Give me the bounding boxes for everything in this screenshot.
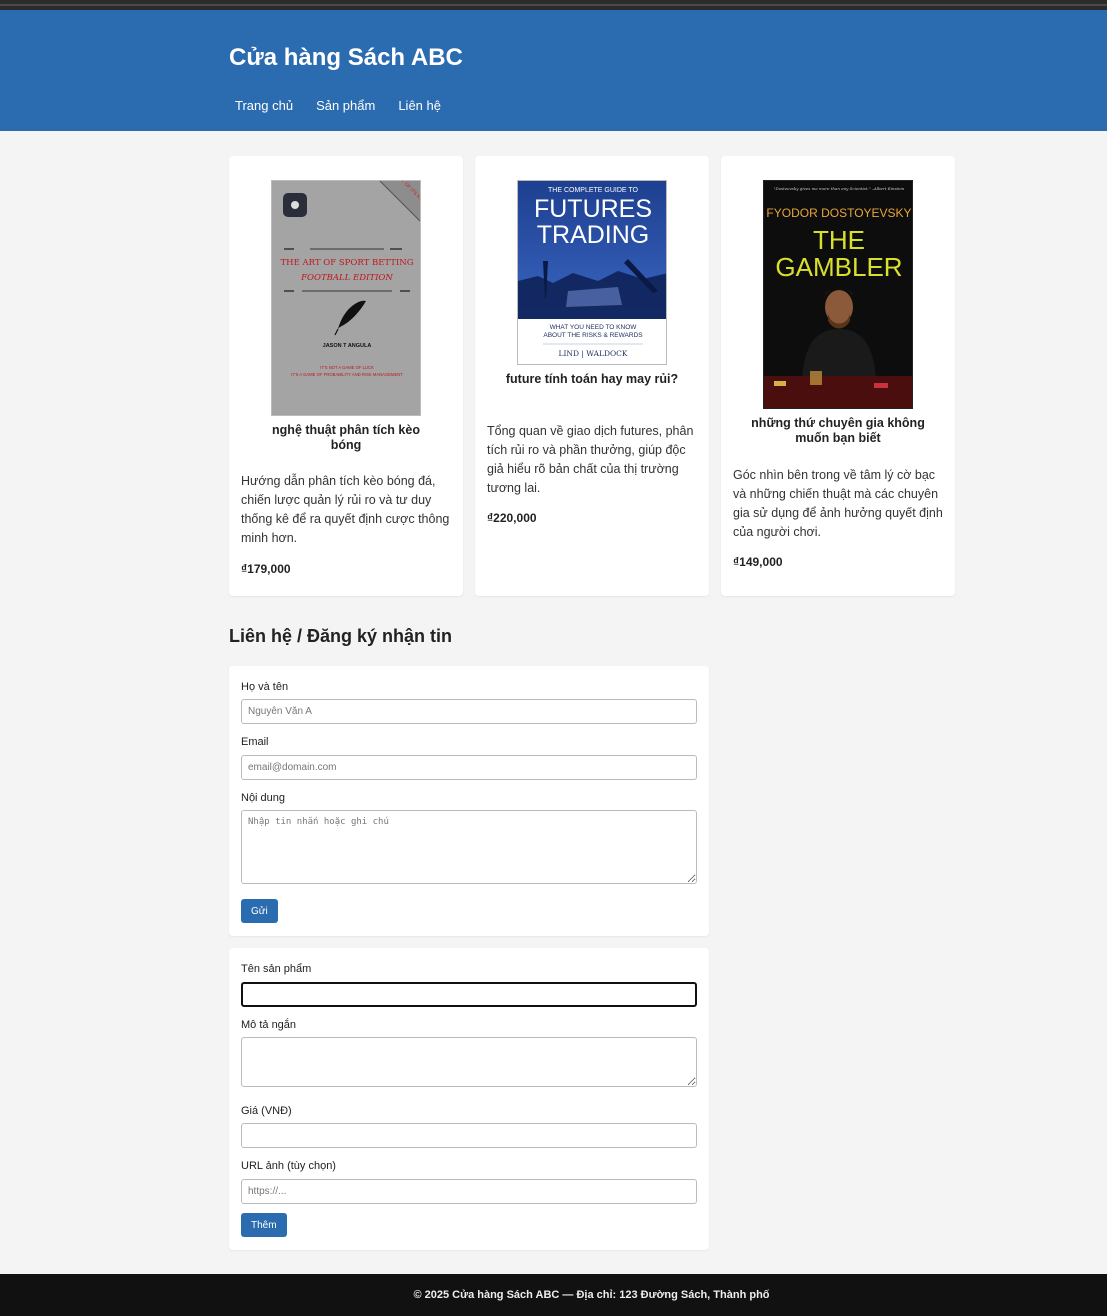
contact-form: Họ và tên Email Nội dung Gửi bbox=[229, 666, 709, 936]
cover-tagline-1: IT'S NOT A GAME OF LUCK bbox=[320, 365, 374, 370]
product-card: THE COMPLETE GUIDE TO FUTURES TRADING WH… bbox=[475, 156, 709, 596]
footer-text: © 2025 Cửa hàng Sách ABC — Địa chỉ: 123 … bbox=[413, 1289, 770, 1301]
message-textarea[interactable] bbox=[241, 810, 697, 884]
cover-subtitle-1: WHAT YOU NEED TO KNOW bbox=[550, 324, 638, 331]
email-label: Email bbox=[241, 736, 269, 748]
message-label: Nội dung bbox=[241, 792, 286, 804]
product-name-input[interactable] bbox=[241, 982, 697, 1007]
site-title: Cửa hàng Sách ABC bbox=[229, 44, 463, 71]
browser-top-strip bbox=[0, 0, 1107, 10]
nav-contact-link[interactable]: Liên hệ bbox=[392, 98, 447, 114]
name-input[interactable] bbox=[241, 699, 697, 724]
product-description: Góc nhìn bên trong về tâm lý cờ bạc và n… bbox=[733, 468, 943, 539]
product-image-label: URL ảnh (tùy chọn) bbox=[241, 1160, 336, 1172]
cover-title-text: FUTURES bbox=[534, 195, 652, 223]
product-name-label: Tên sản phẩm bbox=[241, 963, 312, 975]
product-price-input[interactable] bbox=[241, 1123, 697, 1148]
product-image-url-input[interactable] bbox=[241, 1179, 697, 1204]
nav-products-link[interactable]: Sản phẩm bbox=[310, 98, 381, 114]
product-price: ₫179,000 bbox=[241, 562, 291, 576]
send-button[interactable]: Gửi bbox=[241, 899, 278, 923]
product-cover-image[interactable]: FIRST OF ITS KIND THE ART OF SPORT BETTI… bbox=[271, 180, 421, 416]
product-title: nghệ thuật phân tích kèo bóng bbox=[272, 423, 420, 452]
product-card: FIRST OF ITS KIND THE ART OF SPORT BETTI… bbox=[229, 156, 463, 596]
site-header: Cửa hàng Sách ABC Trang chủ Sản phẩm Liê… bbox=[0, 10, 1107, 131]
nav-home-link[interactable]: Trang chủ bbox=[229, 98, 299, 114]
product-title: future tính toán hay may rủi? bbox=[505, 372, 679, 386]
add-product-form: Tên sản phẩm Mô tả ngắn Giá (VNĐ) URL ản… bbox=[229, 948, 709, 1250]
product-description: Tổng quan về giao dịch futures, phân tíc… bbox=[487, 424, 694, 495]
cover-authors-text: LIND | WALDOCK bbox=[558, 349, 627, 358]
name-label: Họ và tên bbox=[241, 681, 289, 693]
product-title: những thứ chuyên gia không muốn bạn biết bbox=[751, 416, 925, 445]
product-price: ₫149,000 bbox=[733, 555, 783, 569]
product-desc-textarea[interactable] bbox=[241, 1037, 697, 1087]
cover-subtitle-2: ABOUT THE RISKS & REWARDS bbox=[543, 332, 643, 339]
add-product-button[interactable]: Thêm bbox=[241, 1213, 287, 1237]
main-nav: Trang chủ Sản phẩm Liên hệ bbox=[229, 98, 458, 114]
cover-subtitle-text: FOOTBALL EDITION bbox=[300, 273, 393, 283]
product-card: "Dostoevsky gives me more than any Scien… bbox=[721, 156, 955, 596]
cover-title-text: THE bbox=[813, 225, 865, 255]
cover-top-text: THE COMPLETE GUIDE TO bbox=[548, 187, 639, 194]
product-grid: FIRST OF ITS KIND THE ART OF SPORT BETTI… bbox=[229, 156, 955, 596]
product-desc-label: Mô tả ngắn bbox=[241, 1019, 297, 1031]
email-input[interactable] bbox=[241, 755, 697, 780]
product-price: ₫220,000 bbox=[487, 511, 537, 525]
cover-subtitle-text: TRADING bbox=[537, 221, 650, 249]
product-cover-image[interactable]: "Dostoevsky gives me more than any Scien… bbox=[763, 180, 913, 409]
product-cover-image[interactable]: THE COMPLETE GUIDE TO FUTURES TRADING WH… bbox=[517, 180, 667, 365]
cover-title-text: THE ART OF SPORT BETTING bbox=[281, 258, 414, 268]
cover-quote-text: "Dostoevsky gives me more than any Scien… bbox=[774, 186, 905, 191]
cover-author-text: FYODOR DOSTOYEVSKY bbox=[766, 206, 911, 220]
cover-subtitle-text: GAMBLER bbox=[775, 252, 902, 282]
cover-author-text: JASON T ANGULA bbox=[323, 343, 372, 349]
cover-tagline-2: IT'S A GAME OF PROBABILITY AND RISK MANA… bbox=[291, 372, 403, 377]
product-price-label: Giá (VNĐ) bbox=[241, 1105, 292, 1117]
site-footer: © 2025 Cửa hàng Sách ABC — Địa chỉ: 123 … bbox=[0, 1274, 1107, 1316]
contact-section-title: Liên hệ / Đăng ký nhận tin bbox=[229, 626, 453, 646]
product-description: Hướng dẫn phân tích kèo bóng đá, chiến l… bbox=[241, 474, 450, 545]
